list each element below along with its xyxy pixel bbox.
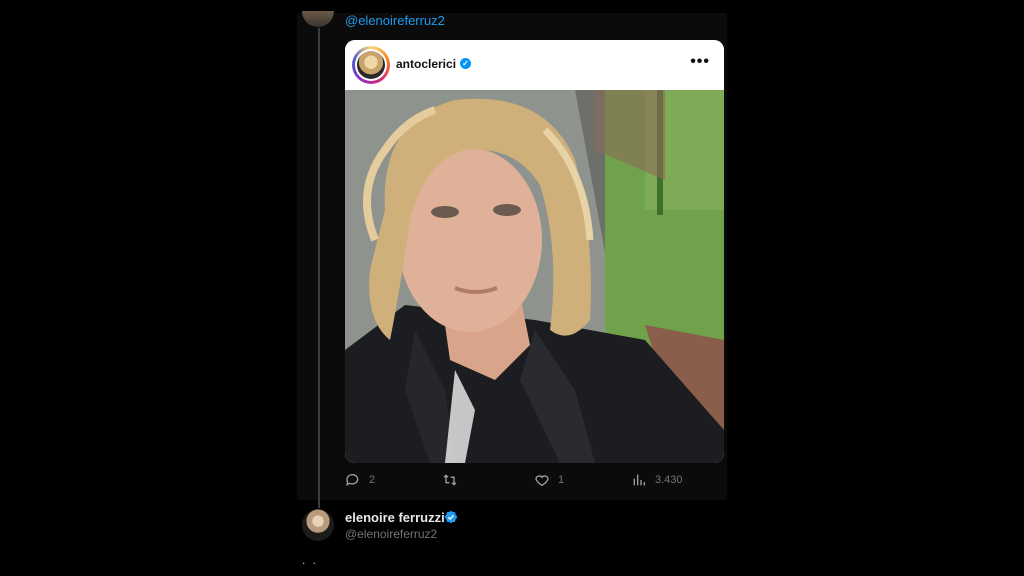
embed-header: antoclerici ✓ •••: [345, 40, 724, 90]
verified-badge-icon: ✓: [460, 58, 471, 69]
embed-photo[interactable]: [345, 90, 724, 463]
instagram-avatar[interactable]: [352, 46, 390, 84]
reply-handle[interactable]: @elenoireferruz2: [345, 527, 437, 541]
views-button[interactable]: 3.430: [631, 472, 683, 488]
views-count: 3.430: [655, 474, 683, 486]
views-chart-icon: [633, 474, 645, 486]
thread-connector-line: [318, 28, 320, 508]
more-horizontal-icon[interactable]: •••: [690, 53, 710, 71]
retweet-button[interactable]: [442, 472, 466, 488]
reply-count: 2: [369, 474, 376, 486]
like-count: 1: [558, 474, 565, 486]
reply-button[interactable]: 2: [345, 472, 375, 488]
top-post-handle[interactable]: @elenoireferruz2: [345, 13, 445, 28]
embedded-instagram-card[interactable]: antoclerici ✓ •••: [345, 40, 724, 463]
reply-icon: [346, 474, 359, 486]
embed-username[interactable]: antoclerici: [396, 57, 456, 71]
avatar[interactable]: [302, 509, 334, 541]
retweet-icon: [443, 474, 457, 486]
tweet-actions: 2 1 3.430: [0, 472, 1024, 490]
verified-badge-icon: [444, 510, 458, 524]
selfie-illustration: [345, 90, 724, 463]
reply-text: . .: [302, 553, 319, 567]
heart-icon: [535, 475, 549, 487]
reply-display-name[interactable]: elenoire ferruzzi: [345, 510, 445, 525]
like-button[interactable]: 1: [534, 472, 564, 488]
